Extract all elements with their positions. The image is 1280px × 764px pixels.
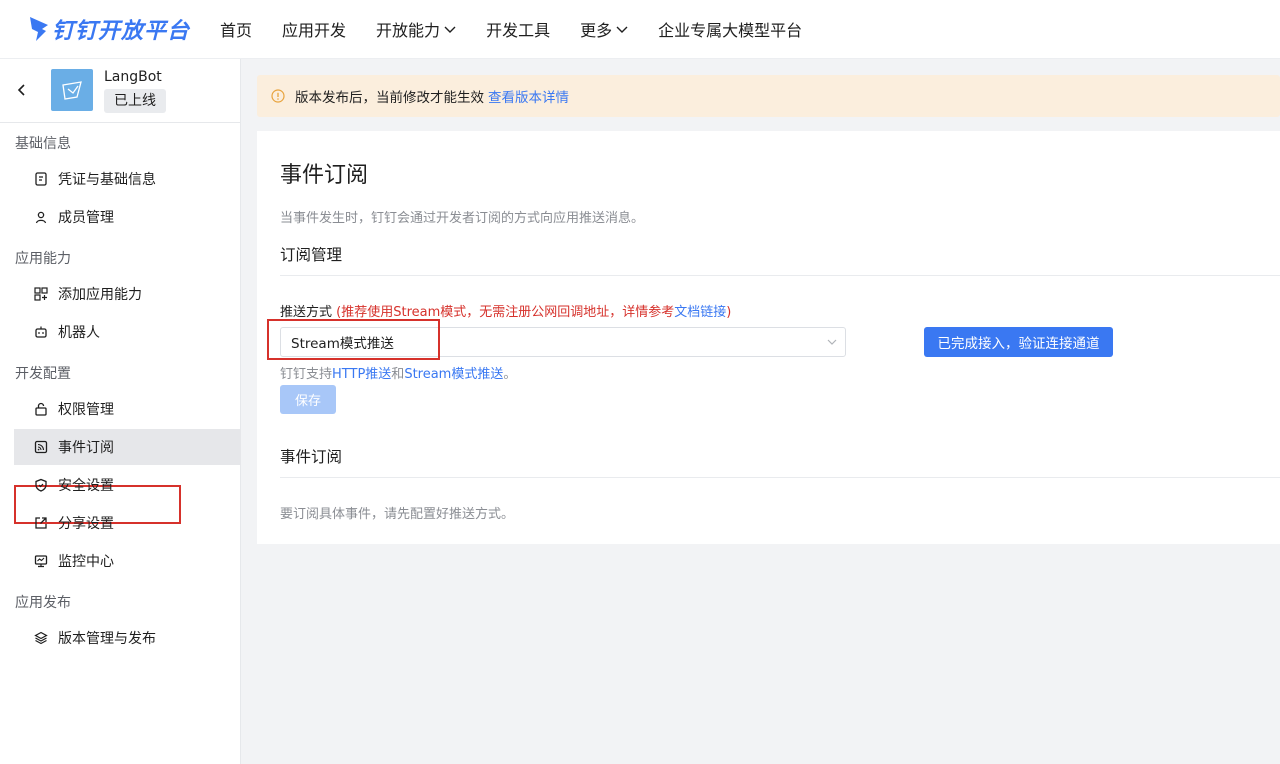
nav-dev-tools[interactable]: 开发工具 <box>486 17 550 41</box>
nav-more-label: 更多 <box>580 21 613 40</box>
event-subscription-heading: 事件订阅 <box>280 448 343 466</box>
support-prefix: 钉钉支持 <box>280 367 333 382</box>
sidebar: LangBot 已上线 基础信息 凭证与基础信息 成员管理 应用能力 添加应用能… <box>0 59 241 764</box>
sidebar-item-add-capability[interactable]: 添加应用能力 <box>14 276 241 312</box>
app-avatar <box>51 69 93 111</box>
nav-home[interactable]: 首页 <box>220 17 252 41</box>
grid-add-icon <box>34 287 48 301</box>
push-mode-hint: (推荐使用Stream模式，无需注册公网回调地址，详情参考文档链接) <box>336 305 731 320</box>
stream-push-link[interactable]: Stream模式推送 <box>404 367 503 382</box>
push-hint-prefix: (推荐使用Stream模式，无需注册公网回调地址，详情参考 <box>336 305 675 320</box>
release-notice-bar: 版本发布后，当前修改才能生效 查看版本详情 <box>257 75 1280 117</box>
section-divider <box>280 275 1280 276</box>
credential-icon <box>34 172 48 186</box>
sidebar-item-label: 添加应用能力 <box>58 287 142 303</box>
nav-enterprise-llm-label: 企业专属大模型平台 <box>658 21 803 40</box>
nav-home-label: 首页 <box>220 21 253 40</box>
sidebar-item-label: 监控中心 <box>58 554 114 570</box>
sidebar-item-event-subscription[interactable]: 事件订阅 <box>14 429 241 465</box>
push-mode-selected-value: Stream模式推送 <box>291 336 394 352</box>
sidebar-item-label: 机器人 <box>58 325 100 341</box>
nav-more[interactable]: 更多 <box>580 17 628 41</box>
page-title: 事件订阅 <box>280 163 369 188</box>
event-subscription-panel: 事件订阅 当事件发生时，钉钉会通过开发者订阅的方式向应用推送消息。 订阅管理 推… <box>257 131 1280 544</box>
save-button[interactable]: 保存 <box>280 385 336 414</box>
chevron-down-icon <box>616 26 628 33</box>
push-mode-label: 推送方式 (推荐使用Stream模式，无需注册公网回调地址，详情参考文档链接) <box>280 301 731 320</box>
top-navigation-bar: 钉钉开放平台 首页 应用开发 开放能力 开发工具 更多 企业专属大模型平台 <box>0 0 1280 59</box>
sidebar-item-label: 安全设置 <box>58 478 114 494</box>
chevron-down-icon <box>827 339 837 345</box>
sidebar-item-security[interactable]: 安全设置 <box>14 467 241 503</box>
notice-text: 版本发布后，当前修改才能生效 <box>295 90 484 106</box>
subscription-management-heading: 订阅管理 <box>280 246 343 264</box>
nav-dev-tools-label: 开发工具 <box>486 21 551 40</box>
group-dev-config: 开发配置 <box>15 366 71 382</box>
back-arrow-icon[interactable] <box>16 83 28 97</box>
logo-text: 钉钉开放平台 <box>52 19 191 44</box>
shield-icon <box>34 478 48 492</box>
doc-link[interactable]: 文档链接 <box>674 305 726 320</box>
sidebar-item-monitor[interactable]: 监控中心 <box>14 543 241 579</box>
sidebar-item-share[interactable]: 分享设置 <box>14 505 241 541</box>
sidebar-item-version[interactable]: 版本管理与发布 <box>14 620 241 656</box>
page-description: 当事件发生时，钉钉会通过开发者订阅的方式向应用推送消息。 <box>280 211 645 226</box>
nav-enterprise-llm[interactable]: 企业专属大模型平台 <box>658 17 802 41</box>
user-icon <box>34 210 48 224</box>
sidebar-item-label: 事件订阅 <box>58 440 114 456</box>
chevron-down-icon <box>444 26 456 33</box>
sidebar-item-credentials[interactable]: 凭证与基础信息 <box>14 161 241 197</box>
sidebar-item-label: 分享设置 <box>58 516 114 532</box>
event-empty-hint: 要订阅具体事件，请先配置好推送方式。 <box>280 507 515 522</box>
group-basic-info: 基础信息 <box>15 136 71 152</box>
group-app-capability: 应用能力 <box>15 251 71 267</box>
push-mode-label-text: 推送方式 <box>280 305 333 320</box>
push-hint-suffix: ) <box>726 305 732 320</box>
robot-icon <box>34 325 48 339</box>
app-status-badge: 已上线 <box>104 89 166 113</box>
sidebar-item-label: 权限管理 <box>58 402 114 418</box>
section-divider <box>280 477 1280 478</box>
view-version-details-link[interactable]: 查看版本详情 <box>488 86 569 106</box>
sidebar-item-robot[interactable]: 机器人 <box>14 314 241 350</box>
verify-connection-button[interactable]: 已完成接入，验证连接通道 <box>924 327 1113 357</box>
nav-app-dev-label: 应用开发 <box>282 21 347 40</box>
push-support-text: 钉钉支持HTTP推送和Stream模式推送。 <box>280 363 516 382</box>
group-app-release: 应用发布 <box>15 595 71 611</box>
sidebar-item-label: 成员管理 <box>58 210 114 226</box>
dingtalk-wing-icon <box>30 17 48 41</box>
sidebar-item-label: 版本管理与发布 <box>58 631 156 647</box>
monitor-icon <box>34 554 48 568</box>
app-header: LangBot 已上线 <box>0 59 240 123</box>
app-logo-icon <box>62 81 82 100</box>
nav-app-dev[interactable]: 应用开发 <box>282 17 346 41</box>
dingtalk-logo[interactable]: 钉钉开放平台 <box>28 0 190 59</box>
sidebar-item-permissions[interactable]: 权限管理 <box>14 391 241 427</box>
support-suffix: 。 <box>503 367 517 382</box>
layers-icon <box>34 631 48 645</box>
share-icon <box>34 516 48 530</box>
http-push-link[interactable]: HTTP推送 <box>332 367 391 382</box>
support-and: 和 <box>391 367 405 382</box>
info-icon <box>271 89 285 103</box>
sidebar-item-members[interactable]: 成员管理 <box>14 199 241 235</box>
nav-open-capability[interactable]: 开放能力 <box>376 17 456 41</box>
nav-open-capability-label: 开放能力 <box>376 21 441 40</box>
sidebar-item-label: 凭证与基础信息 <box>58 172 156 188</box>
rss-icon <box>34 440 48 454</box>
main-nav: 首页 应用开发 开放能力 开发工具 更多 企业专属大模型平台 <box>220 0 832 59</box>
lock-icon <box>34 402 48 416</box>
app-name: LangBot <box>104 69 162 85</box>
push-mode-select[interactable]: Stream模式推送 <box>280 327 846 357</box>
